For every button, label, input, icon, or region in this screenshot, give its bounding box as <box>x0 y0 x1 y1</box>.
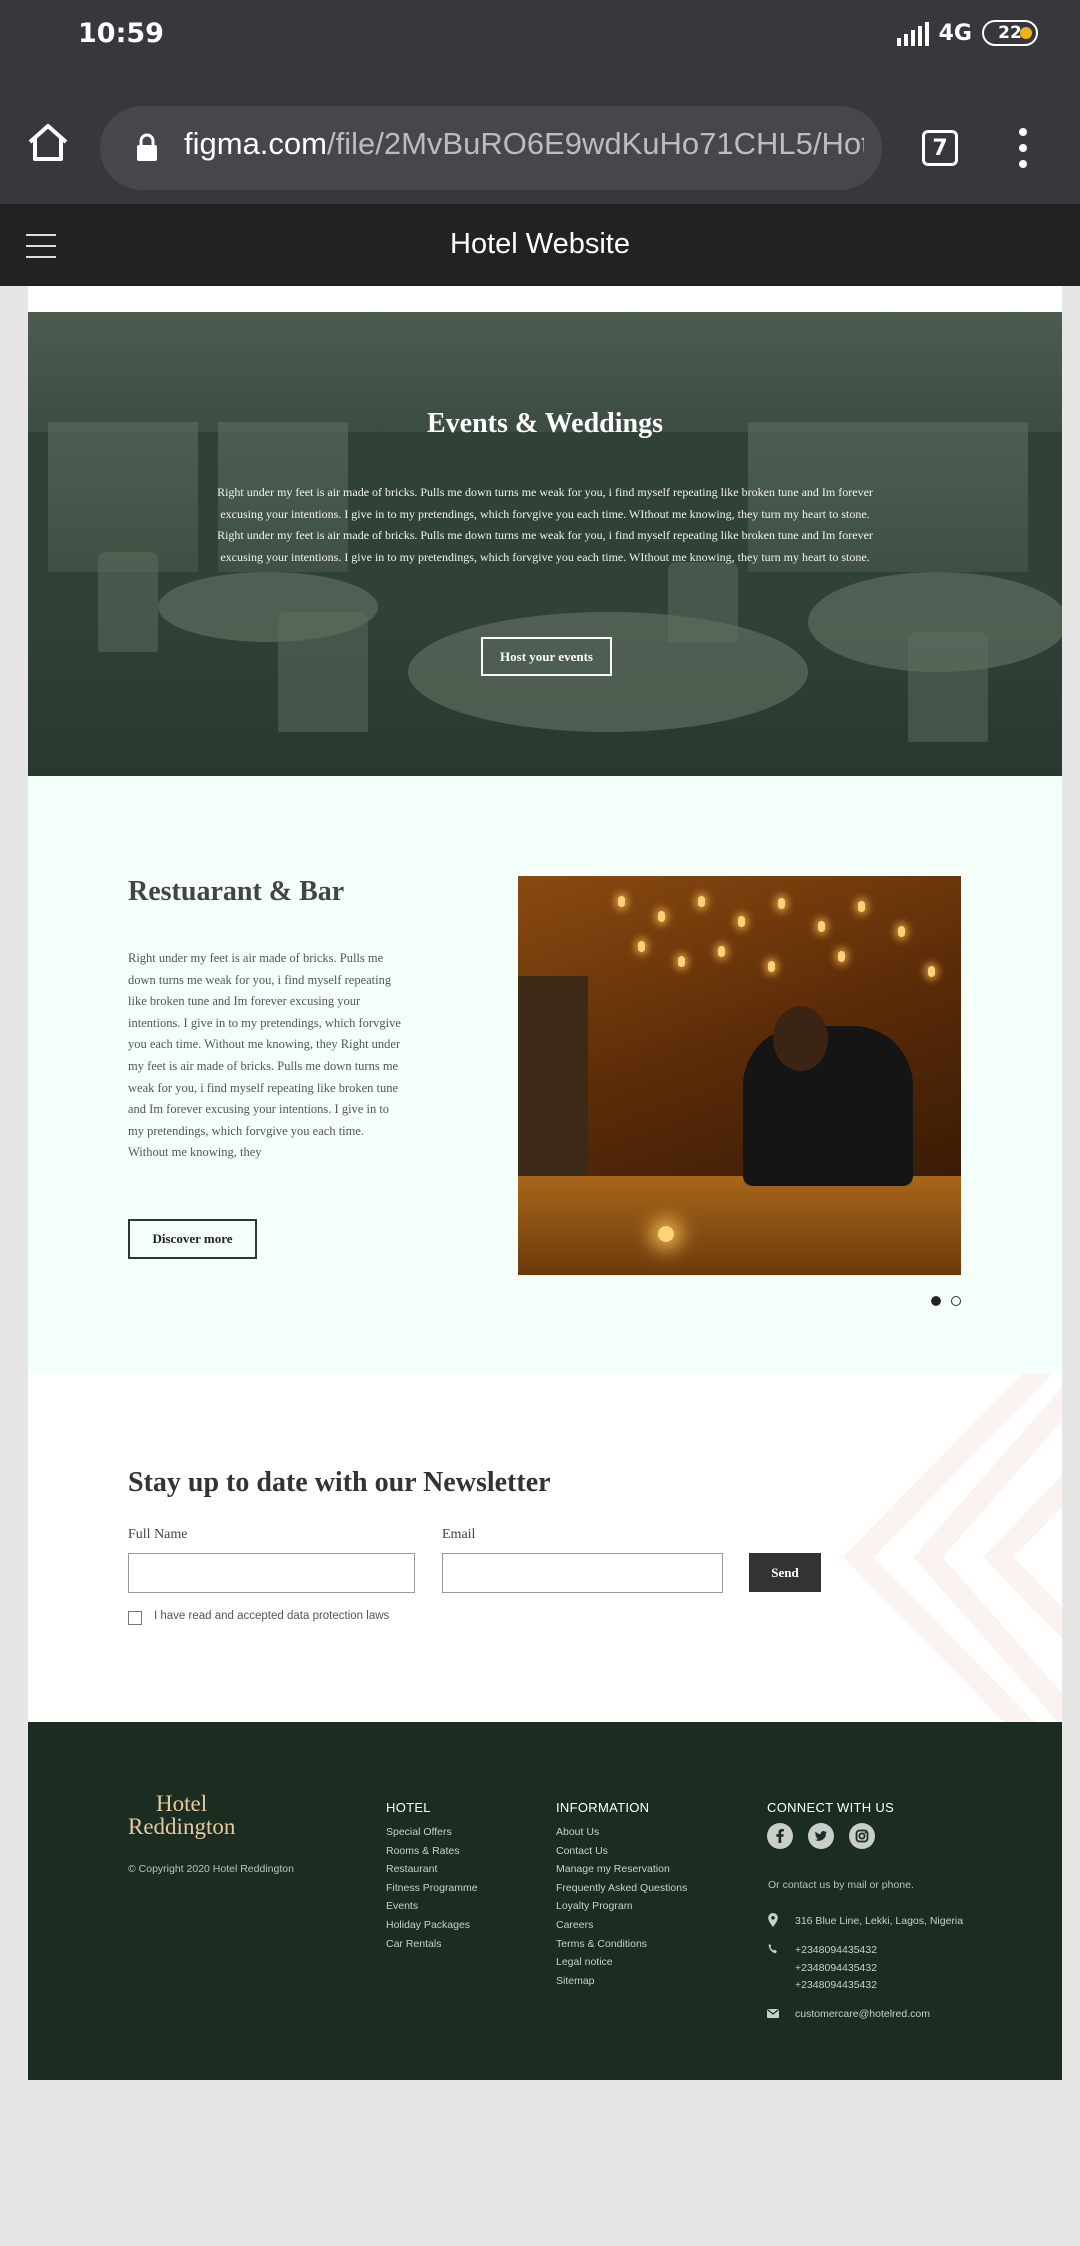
figma-header: Hotel Website <box>0 204 1080 286</box>
data-protection-checkbox[interactable] <box>128 1611 142 1625</box>
footer-link[interactable]: Manage my Reservation <box>556 1860 687 1879</box>
url-path: /file/2MvBuRO6E9wdKuHo71CHL5/Hotel-W <box>326 126 864 161</box>
site-footer: Hotel Reddington © Copyright 2020 Hotel … <box>28 1722 1062 2080</box>
browser-toolbar: figma.com/file/2MvBuRO6E9wdKuHo71CHL5/Ho… <box>0 72 1080 204</box>
footer-hotel-column: HOTEL Special Offers Rooms & Rates Resta… <box>386 1800 478 1953</box>
logo-line-2: Reddington <box>128 1814 236 1839</box>
footer-link[interactable]: Legal notice <box>556 1953 687 1972</box>
logo-line-1: Hotel <box>156 1791 208 1816</box>
carousel-dot[interactable] <box>951 1296 961 1306</box>
instagram-icon[interactable] <box>849 1823 875 1849</box>
facebook-icon[interactable] <box>767 1823 793 1849</box>
mail-icon <box>767 2009 779 2018</box>
full-name-input[interactable] <box>128 1553 415 1593</box>
hero-description: Right under my feet is air made of brick… <box>217 485 873 564</box>
send-button[interactable]: Send <box>749 1553 821 1592</box>
twitter-icon[interactable] <box>808 1823 834 1849</box>
network-type: 4G <box>938 20 972 46</box>
footer-link[interactable]: Sitemap <box>556 1972 687 1991</box>
home-icon[interactable] <box>26 122 70 162</box>
footer-link[interactable]: Contact Us <box>556 1842 687 1861</box>
address-text: 316 Blue Line, Lekki, Lagos, Nigeria <box>795 1915 964 1927</box>
browser-menu-icon[interactable] <box>1012 128 1034 168</box>
address-bar[interactable]: figma.com/file/2MvBuRO6E9wdKuHo71CHL5/Ho… <box>100 106 882 190</box>
footer-link[interactable]: Terms & Conditions <box>556 1935 687 1954</box>
contact-intro: Or contact us by mail or phone. <box>768 1879 914 1891</box>
decorative-chevrons <box>842 1373 1062 1722</box>
hero-title: Events & Weddings <box>427 408 663 439</box>
footer-information-column: INFORMATION About Us Contact Us Manage m… <box>556 1800 687 1990</box>
battery-level: 22 <box>998 23 1022 43</box>
status-bar: 10:59 4G 22 <box>0 0 1080 72</box>
social-links <box>767 1823 1027 1849</box>
carousel-indicators <box>931 1296 961 1306</box>
copyright: © Copyright 2020 Hotel Reddington <box>128 1863 294 1875</box>
restaurant-title: Restuarant & Bar <box>128 876 345 907</box>
figma-file-title: Hotel Website <box>450 228 630 260</box>
footer-link[interactable]: About Us <box>556 1823 687 1842</box>
footer-link[interactable]: Fitness Programme <box>386 1879 478 1898</box>
discover-more-button[interactable]: Discover more <box>128 1219 257 1259</box>
footer-link[interactable]: Events <box>386 1897 478 1916</box>
footer-link[interactable]: Restaurant <box>386 1860 478 1879</box>
footer-link[interactable]: Car Rentals <box>386 1935 478 1954</box>
footer-link[interactable]: Holiday Packages <box>386 1916 478 1935</box>
footer-link[interactable]: Rooms & Rates <box>386 1842 478 1861</box>
restaurant-description: Right under my feet is air made of brick… <box>128 951 401 1160</box>
phone-row: +2348094435432 +2348094435432 +234809443… <box>767 1942 877 1995</box>
footer-information-heading: INFORMATION <box>556 1800 650 1815</box>
signal-icon <box>896 20 929 46</box>
hotel-logo[interactable]: Hotel Reddington <box>128 1792 235 1838</box>
email-address[interactable]: customercare@hotelred.com <box>795 2006 930 2024</box>
phone-number[interactable]: +2348094435432 <box>795 1977 877 1995</box>
footer-connect-heading: CONNECT WITH US <box>767 1800 895 1815</box>
host-events-button[interactable]: Host your events <box>481 637 612 676</box>
full-name-label: Full Name <box>128 1527 188 1542</box>
lock-icon <box>137 133 157 161</box>
footer-link[interactable]: Loyalty Program <box>556 1897 687 1916</box>
email-label: Email <box>442 1527 476 1542</box>
restaurant-section: Restuarant & Bar Right under my feet is … <box>28 776 1062 1373</box>
newsletter-title: Stay up to date with our Newsletter <box>128 1467 551 1498</box>
battery-icon: 22 <box>982 20 1038 46</box>
footer-connect-column: CONNECT WITH US Or contact us by mail or… <box>767 1800 1027 2060</box>
events-hero: Events & Weddings Right under my feet is… <box>28 312 1062 776</box>
newsletter-section: Stay up to date with our Newsletter Full… <box>28 1373 1062 1722</box>
footer-hotel-heading: HOTEL <box>386 1800 431 1815</box>
carousel-dot[interactable] <box>931 1296 941 1306</box>
footer-link[interactable]: Frequently Asked Questions <box>556 1879 687 1898</box>
email-row: customercare@hotelred.com <box>767 2006 930 2024</box>
status-icons: 4G 22 <box>896 20 1038 46</box>
data-protection-label: I have read and accepted data protection… <box>154 1610 390 1622</box>
design-frame: Events & Weddings Right under my feet is… <box>28 286 1062 2080</box>
url-text[interactable]: figma.com/file/2MvBuRO6E9wdKuHo71CHL5/Ho… <box>184 126 864 162</box>
location-pin-icon <box>768 1913 778 1927</box>
footer-link[interactable]: Careers <box>556 1916 687 1935</box>
tab-switcher-button[interactable]: 7 <box>922 130 958 166</box>
phone-icon <box>768 1944 777 1954</box>
restaurant-bar-image <box>518 876 961 1275</box>
footer-link[interactable]: Special Offers <box>386 1823 478 1842</box>
phone-number[interactable]: +2348094435432 <box>795 1960 877 1978</box>
phone-number[interactable]: +2348094435432 <box>795 1942 877 1960</box>
url-domain: figma.com <box>184 126 327 161</box>
address-row: 316 Blue Line, Lekki, Lagos, Nigeria <box>767 1913 963 1931</box>
email-input[interactable] <box>442 1553 723 1593</box>
status-time: 10:59 <box>78 18 164 49</box>
